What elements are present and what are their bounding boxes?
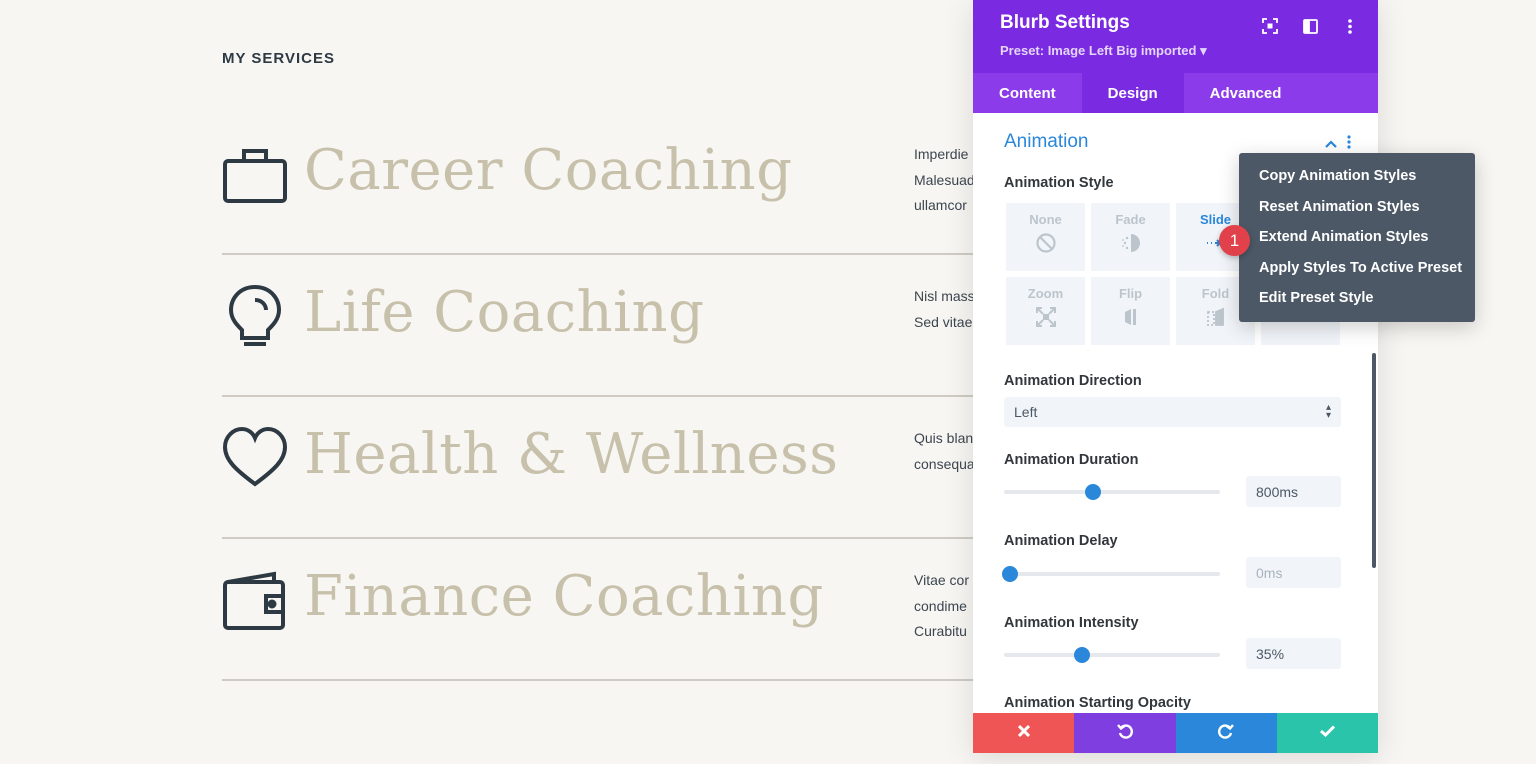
- briefcase-icon: [222, 142, 288, 208]
- anim-style-label: None: [1029, 212, 1062, 227]
- chevron-up-icon[interactable]: [1325, 135, 1337, 154]
- section-label: MY SERVICES: [222, 50, 335, 67]
- animation-duration-label: Animation Duration: [1004, 452, 1139, 468]
- undo-button[interactable]: [1074, 713, 1176, 753]
- tab-content[interactable]: Content: [973, 73, 1082, 113]
- anim-style-flip[interactable]: Flip: [1091, 277, 1170, 345]
- anim-style-label: Fold: [1201, 286, 1230, 301]
- split-view-icon[interactable]: [1300, 16, 1320, 36]
- service-description: Imperdie Malesuad ullamcor: [914, 146, 974, 213]
- step-number-badge: 1: [1219, 225, 1250, 256]
- animation-intensity-input[interactable]: 35%: [1246, 638, 1341, 669]
- select-caret-icon: ▴ ▾: [1325, 402, 1331, 421]
- animation-delay-label: Animation Delay: [1004, 533, 1118, 549]
- service-career: Career Coaching Imperdie Malesuad ullamcor: [222, 120, 982, 262]
- cancel-button[interactable]: [973, 713, 1075, 753]
- service-title: Career Coaching: [304, 138, 793, 203]
- animation-style-label: Animation Style: [1004, 175, 1114, 191]
- fold-icon: [1205, 306, 1227, 333]
- anim-style-label: Flip: [1118, 286, 1143, 301]
- blurb-settings-panel: Blurb Settings Preset: Image Left Big im…: [973, 0, 1378, 753]
- tab-design[interactable]: Design: [1081, 73, 1184, 113]
- service-life: Life Coaching Nisl mass Sed vitae: [222, 262, 982, 404]
- slider-handle[interactable]: [1002, 566, 1019, 582]
- tab-advanced[interactable]: Advanced: [1184, 73, 1308, 113]
- anim-style-label: Zoom: [1027, 286, 1064, 301]
- animation-context-menu: Copy Animation Styles Reset Animation St…: [1239, 153, 1475, 322]
- service-title: Life Coaching: [304, 280, 705, 345]
- wallet-icon: [222, 568, 288, 634]
- anim-style-zoom[interactable]: Zoom: [1006, 277, 1085, 345]
- panel-footer: [973, 713, 1378, 753]
- redo-icon: [1218, 723, 1235, 744]
- divider: [222, 395, 982, 397]
- animation-duration-slider[interactable]: [1004, 484, 1220, 500]
- divider: [222, 253, 982, 255]
- panel-tabs: Content Design Advanced: [973, 73, 1378, 113]
- redo-button[interactable]: [1175, 713, 1277, 753]
- close-icon: [1017, 724, 1030, 742]
- focus-icon[interactable]: [1260, 16, 1280, 36]
- preset-selector[interactable]: Preset: Image Left Big imported ▾: [1000, 43, 1378, 59]
- heart-icon: [222, 426, 288, 492]
- animation-duration-input[interactable]: 800ms: [1246, 476, 1341, 507]
- service-description: Quis blan consequa: [914, 430, 974, 472]
- section-title-animation[interactable]: Animation: [1004, 131, 1089, 153]
- service-title: Health & Wellness: [304, 422, 839, 487]
- flip-icon: [1120, 306, 1142, 333]
- anim-style-none[interactable]: None: [1006, 203, 1085, 271]
- slider-handle[interactable]: [1084, 484, 1101, 500]
- menu-item-reset-animation-styles[interactable]: Reset Animation Styles: [1239, 196, 1475, 227]
- lightbulb-icon: [222, 284, 288, 350]
- service-description: Nisl mass Sed vitae: [914, 288, 974, 330]
- check-icon: [1319, 724, 1335, 742]
- slider-handle[interactable]: [1073, 647, 1090, 663]
- animation-direction-select[interactable]: Left ▴ ▾: [1004, 397, 1341, 427]
- scrollbar[interactable]: [1372, 353, 1376, 568]
- panel-header[interactable]: Blurb Settings Preset: Image Left Big im…: [973, 0, 1378, 73]
- section-more-icon[interactable]: [1347, 135, 1351, 154]
- select-value: Left: [1014, 404, 1038, 420]
- anim-style-label: Slide: [1199, 212, 1232, 227]
- fade-icon: [1120, 232, 1142, 259]
- animation-starting-opacity-label: Animation Starting Opacity: [1004, 695, 1191, 711]
- menu-item-extend-animation-styles[interactable]: Extend Animation Styles: [1239, 226, 1475, 257]
- more-vertical-icon[interactable]: [1340, 16, 1360, 36]
- anim-style-label: Fade: [1115, 212, 1146, 227]
- none-icon: [1035, 232, 1057, 259]
- service-title: Finance Coaching: [304, 564, 824, 629]
- menu-item-edit-preset-style[interactable]: Edit Preset Style: [1239, 287, 1475, 318]
- service-health: Health & Wellness Quis blan consequa: [222, 404, 982, 546]
- animation-direction-label: Animation Direction: [1004, 373, 1142, 389]
- animation-intensity-label: Animation Intensity: [1004, 615, 1139, 631]
- animation-delay-slider[interactable]: [1002, 566, 1220, 582]
- menu-item-copy-animation-styles[interactable]: Copy Animation Styles: [1239, 165, 1475, 196]
- divider: [222, 679, 982, 681]
- anim-style-fade[interactable]: Fade: [1091, 203, 1170, 271]
- animation-delay-input[interactable]: 0ms: [1246, 557, 1341, 588]
- save-button[interactable]: [1276, 713, 1378, 753]
- menu-item-apply-styles-to-active-preset[interactable]: Apply Styles To Active Preset: [1239, 257, 1475, 288]
- zoom-icon: [1035, 306, 1057, 333]
- undo-icon: [1116, 723, 1133, 744]
- service-finance: Finance Coaching Vitae cor condime Curabit…: [222, 546, 982, 688]
- divider: [222, 537, 982, 539]
- animation-intensity-slider[interactable]: [1004, 647, 1220, 663]
- service-description: Vitae cor condime Curabitu: [914, 572, 969, 639]
